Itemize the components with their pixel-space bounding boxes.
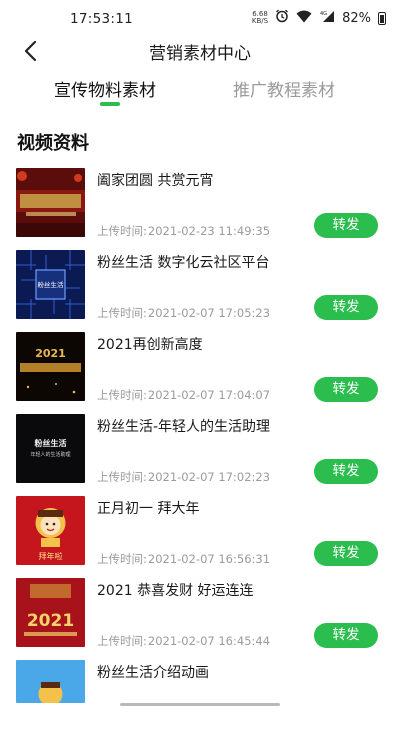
video-title: 2021再创新高度	[97, 337, 203, 353]
share-button[interactable]: 转发	[314, 541, 378, 566]
svg-text:2021: 2021	[35, 347, 66, 360]
list-item[interactable]: 阖家团圆 共赏元宵 上传时间:2021-02-23 11:49:35 转发	[0, 168, 400, 250]
video-thumbnail[interactable]: 粉丝生活	[16, 250, 85, 319]
video-list: 阖家团圆 共赏元宵 上传时间:2021-02-23 11:49:35 转发 粉丝…	[0, 168, 400, 742]
upload-time: 上传时间:2021-02-07 17:04:07	[97, 388, 271, 402]
signal-icon: 4G	[319, 10, 335, 27]
home-indicator	[120, 703, 280, 706]
svg-text:拜年啦: 拜年啦	[39, 551, 63, 561]
status-bar: 17:53:11 6.68 KB/S 4G 82%	[0, 0, 400, 36]
video-thumbnail[interactable]: 2021	[16, 578, 85, 647]
video-title: 粉丝生活 数字化云社区平台	[97, 255, 270, 271]
share-button[interactable]: 转发	[314, 459, 378, 484]
svg-text:4G: 4G	[320, 11, 327, 17]
active-tab-indicator	[100, 102, 120, 106]
upload-time: 上传时间:2021-02-07 16:45:44	[97, 634, 271, 648]
share-button[interactable]: 转发	[314, 295, 378, 320]
battery-percent: 82%	[342, 10, 371, 26]
share-button[interactable]: 转发	[314, 377, 378, 402]
video-title: 2021 恭喜发财 好运连连	[97, 583, 254, 599]
upload-time: 上传时间:2021-02-07 17:02:23	[97, 470, 271, 484]
tab-tutorial-materials[interactable]: 推广教程素材	[233, 76, 335, 101]
nav-bar: 营销素材中心	[0, 36, 400, 64]
upload-time: 上传时间:2021-02-07 16:56:31	[97, 552, 271, 566]
video-thumbnail[interactable]	[16, 168, 85, 237]
battery-icon	[378, 11, 386, 25]
list-item[interactable]: 粉丝生活 年轻人的生活助理 粉丝生活-年轻人的生活助理 上传时间:2021-02…	[0, 414, 400, 496]
video-title: 正月初一 拜大年	[97, 501, 200, 517]
video-thumbnail[interactable]: 2021	[16, 332, 85, 401]
list-item[interactable]: 粉丝生活 粉丝生活 数字化云社区平台 上传时间:2021-02-07 17:05…	[0, 250, 400, 332]
video-title: 粉丝生活介绍动画	[97, 665, 209, 681]
svg-text:2021: 2021	[27, 611, 74, 631]
upload-time: 上传时间:2021-02-23 11:49:35	[97, 224, 271, 238]
page-title: 营销素材中心	[149, 44, 251, 64]
status-time: 17:53:11	[70, 11, 134, 27]
list-item[interactable]: 粉丝生活介绍动画	[0, 660, 400, 742]
list-item[interactable]: 拜年啦 正月初一 拜大年 上传时间:2021-02-07 16:56:31 转发	[0, 496, 400, 578]
share-button[interactable]: 转发	[314, 213, 378, 238]
tab-promo-materials[interactable]: 宣传物料素材	[54, 76, 156, 101]
video-title: 粉丝生活-年轻人的生活助理	[97, 419, 271, 435]
list-item[interactable]: 2021 2021 恭喜发财 好运连连 上传时间:2021-02-07 16:4…	[0, 578, 400, 660]
video-thumbnail[interactable]: 粉丝生活 年轻人的生活助理	[16, 414, 85, 483]
upload-time: 上传时间:2021-02-07 17:05:23	[97, 306, 271, 320]
list-item[interactable]: 2021 2021再创新高度 上传时间:2021-02-07 17:04:07 …	[0, 332, 400, 414]
network-speed: 6.68 KB/S	[251, 10, 269, 25]
svg-text:年轻人的生活助理: 年轻人的生活助理	[30, 451, 70, 458]
video-thumbnail[interactable]: 拜年啦	[16, 496, 85, 565]
status-icons: 6.68 KB/S 4G 82%	[252, 9, 386, 27]
alarm-icon	[275, 9, 289, 27]
wifi-icon	[296, 10, 312, 27]
video-title: 阖家团圆 共赏元宵	[97, 173, 214, 189]
svg-text:粉丝生活: 粉丝生活	[35, 438, 67, 448]
svg-text:粉丝生活: 粉丝生活	[38, 280, 65, 289]
share-button[interactable]: 转发	[314, 623, 378, 648]
section-title: 视频资料	[17, 133, 89, 154]
video-thumbnail[interactable]	[16, 660, 85, 703]
tab-bar: 宣传物料素材 推广教程素材	[0, 72, 400, 110]
